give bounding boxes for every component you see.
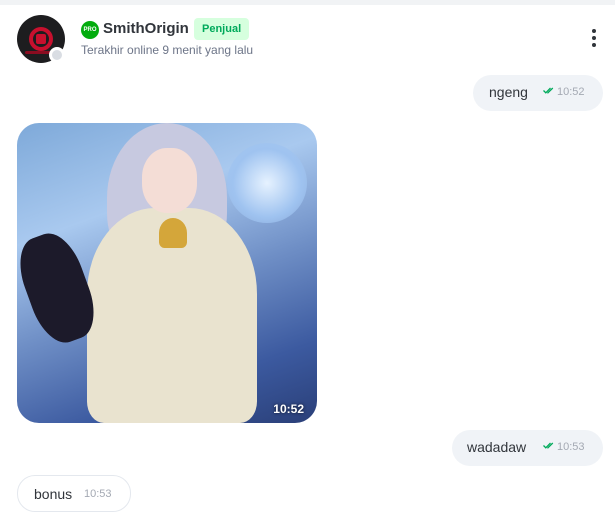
message-time: 10:53: [557, 441, 585, 453]
offline-status-dot: [49, 47, 65, 63]
message-text: bonus: [34, 486, 73, 502]
message-time: 10:52: [273, 402, 304, 416]
double-check-icon: [543, 87, 554, 94]
shop-name[interactable]: SmithOrigin: [103, 20, 189, 37]
outgoing-message[interactable]: ngeng 10:52: [473, 75, 603, 111]
seller-badge: Penjual: [194, 18, 250, 40]
image-message[interactable]: 10:52: [17, 123, 317, 423]
message-time: 10:52: [557, 86, 585, 98]
message-text: ngeng: [489, 84, 528, 100]
double-check-icon: [543, 442, 554, 449]
message-meta: 10:53: [543, 441, 585, 453]
incoming-message[interactable]: bonus 10:53: [17, 475, 131, 512]
pro-badge-icon: PRO: [81, 21, 99, 39]
more-vertical-icon[interactable]: [586, 29, 602, 51]
message-time: 10:53: [84, 488, 112, 500]
message-meta: 10:52: [543, 86, 585, 98]
chat-header: PRO SmithOrigin Penjual Terakhir online …: [0, 5, 615, 67]
last-online-status: Terakhir online 9 menit yang lalu: [81, 43, 254, 57]
outgoing-message[interactable]: wadadaw 10:53: [452, 430, 603, 466]
message-text: wadadaw: [467, 439, 527, 455]
